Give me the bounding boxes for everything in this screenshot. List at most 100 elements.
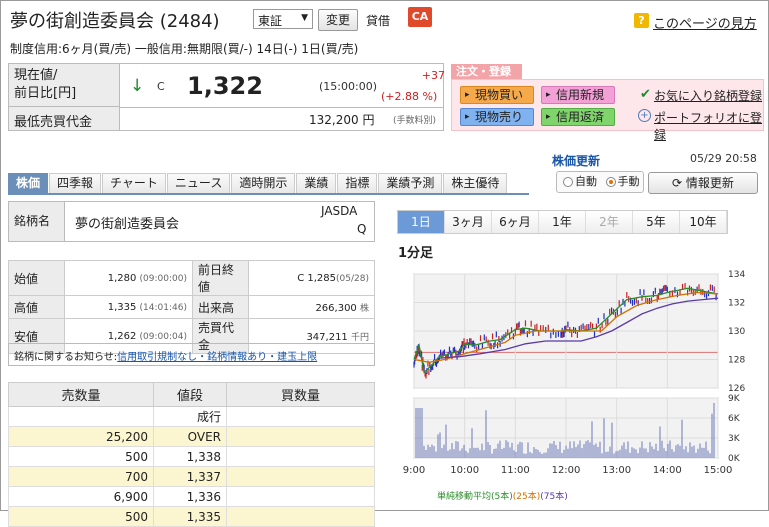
ohlc-table: 始値 1,280 (09:00:00) 前日終値 C 1,285(05/28) …: [8, 260, 375, 354]
name-label: 銘柄名: [9, 202, 65, 241]
time-tick-label: 15:00: [704, 465, 733, 476]
volume-tick-label: 9K: [728, 394, 741, 404]
add-favorite-link[interactable]: お気に入り銘柄登録: [654, 87, 762, 104]
high-price: 1,335: [107, 301, 137, 313]
time-tick-label: 9:00: [403, 465, 425, 476]
tab-7[interactable]: 業績予測: [378, 173, 443, 193]
min-trade-value: 132,200 円: [309, 113, 375, 127]
time-tick-label: 10:00: [450, 465, 479, 476]
period-tab-4: 2年: [586, 211, 633, 233]
tab-6[interactable]: 指標: [337, 173, 378, 193]
tab-3[interactable]: ニュース: [166, 173, 231, 193]
board-row: 500 1,338: [8, 446, 375, 467]
min-trade-note: (手数料別): [393, 116, 437, 126]
volume-label: 出来高: [192, 295, 249, 319]
ca-badge-icon[interactable]: CA: [408, 7, 432, 27]
board-cell-sell: 700: [8, 466, 154, 487]
add-portfolio-link[interactable]: ポートフォリオに登録: [654, 109, 763, 143]
open-label: 始値: [8, 260, 65, 296]
exchange-line1: JASDA: [321, 204, 358, 218]
volume-unit: 株: [359, 303, 369, 314]
help-link[interactable]: このページの見方: [653, 13, 757, 32]
board-row: 成行: [8, 406, 375, 427]
credit-info: 制度信用:6ヶ月(買/売) 一般信用:無期限(買/-) 14日(-) 1日(買/…: [10, 42, 359, 56]
board-cell-buy: [226, 446, 375, 467]
price-tick-label: 1320: [728, 299, 745, 309]
board-cell-price: OVER: [153, 426, 227, 447]
refresh-button[interactable]: ⟳ 情報更新: [648, 172, 758, 194]
period-tab-6[interactable]: 10年: [680, 211, 727, 233]
time-tick-label: 14:00: [653, 465, 682, 476]
price-label-cell: 現在値/ 前日比[円]: [9, 64, 120, 107]
market-value: 東証: [258, 14, 283, 28]
period-tabs: 1日 3ヶ月 6ヶ月 1年 2年 5年 10年: [397, 210, 728, 234]
change-button[interactable]: 変更: [318, 9, 358, 31]
price-label-line1: 現在値/: [14, 68, 58, 83]
open-time: (09:00:00): [139, 273, 187, 284]
help-icon[interactable]: ?: [634, 13, 649, 28]
tab-5[interactable]: 業績: [296, 173, 337, 193]
radio-manual[interactable]: [605, 177, 616, 187]
chart-legend: 単純移動平均(5本)(25本)(75本): [437, 489, 568, 502]
down-arrow-icon: ↓: [130, 76, 145, 96]
board-cell-sell: [8, 406, 154, 427]
low-price: 1,262: [107, 330, 137, 342]
tab-0[interactable]: 株価: [8, 173, 49, 193]
price-update-title: 株価更新: [552, 154, 601, 168]
radio-auto-label: 自動: [575, 175, 597, 188]
board-cell-price: 1,337: [153, 466, 227, 487]
board-cell-buy: [226, 406, 375, 427]
spot-buy-button[interactable]: 現物買い: [460, 86, 534, 104]
table-row: 始値 1,280 (09:00:00) 前日終値 C 1,285(05/28): [8, 260, 375, 296]
board-cell-price: 成行: [153, 406, 227, 427]
period-tab-1[interactable]: 3ヶ月: [445, 211, 492, 233]
price-tick-label: 1300: [728, 327, 745, 337]
high-value: 1,335 (14:01:46): [64, 295, 193, 319]
prev-close-date: (05/28): [336, 273, 369, 284]
notice-link[interactable]: 信用取引規制なし・銘柄情報あり・建玉上限: [117, 352, 317, 363]
tab-8[interactable]: 株主優待: [443, 173, 508, 193]
period-tab-0[interactable]: 1日: [398, 211, 445, 233]
tab-1[interactable]: 四季報: [49, 173, 102, 193]
board-cell-buy: [226, 466, 375, 487]
board-header-sell: 売数量: [8, 382, 154, 407]
period-tab-5[interactable]: 5年: [633, 211, 680, 233]
time-tick-label: 11:00: [501, 465, 530, 476]
high-label: 高値: [8, 295, 65, 319]
time-tick-label: 12:00: [552, 465, 581, 476]
board-body: 成行 25,200 OVER 500 1,338 700 1,337 6,900 1,336 50…: [8, 406, 375, 527]
low-time: (09:00:04): [139, 331, 187, 342]
market-select[interactable]: 東証 ▼: [253, 9, 313, 29]
tab-4[interactable]: 適時開示: [231, 173, 296, 193]
board-cell-buy: [226, 486, 375, 507]
stock-notice: 銘柄に関するお知らせ:信用取引規制なし・銘柄情報あり・建玉上限: [8, 343, 375, 366]
price-tick-label: 1260: [728, 384, 745, 394]
stock-title: 夢の街創造委員会 (2484): [10, 11, 220, 32]
radio-auto[interactable]: [563, 177, 573, 187]
period-tab-2[interactable]: 6ヶ月: [492, 211, 539, 233]
board-row: 6,900 1,336: [8, 486, 375, 507]
taishaku-label: 貸借: [366, 14, 391, 28]
volume-tick-label: 6K: [728, 414, 741, 424]
board-cell-sell: 6,900: [8, 486, 154, 507]
spot-sell-button[interactable]: 現物売り: [460, 108, 534, 126]
credit-repay-button[interactable]: 信用返済: [541, 108, 615, 126]
credit-new-button[interactable]: 信用新規: [541, 86, 615, 104]
board-row: 700 1,337: [8, 466, 375, 487]
board-cell-price: 1,335: [153, 506, 227, 527]
volume-tick-label: 3K: [728, 434, 741, 444]
update-mode-radios: 自動 手動: [556, 171, 644, 193]
refresh-icon: ⟳: [672, 176, 686, 190]
open-value: 1,280 (09:00:00): [64, 260, 193, 296]
volume-value: 266,300 株: [248, 295, 375, 319]
price-label-line2: 前日比[円]: [14, 86, 77, 101]
period-tab-3[interactable]: 1年: [539, 211, 586, 233]
board-header-row: 売数量 値段 買数量: [8, 382, 375, 407]
price-time: (15:00:00): [319, 80, 377, 93]
current-price: 1,322: [187, 72, 263, 100]
c-mark: C: [157, 80, 165, 93]
volume-number: 266,300: [315, 302, 357, 314]
tab-2[interactable]: チャート: [102, 173, 166, 193]
update-time: 05/29 20:58: [690, 152, 757, 165]
prev-close-value: C 1,285(05/28): [248, 260, 375, 296]
